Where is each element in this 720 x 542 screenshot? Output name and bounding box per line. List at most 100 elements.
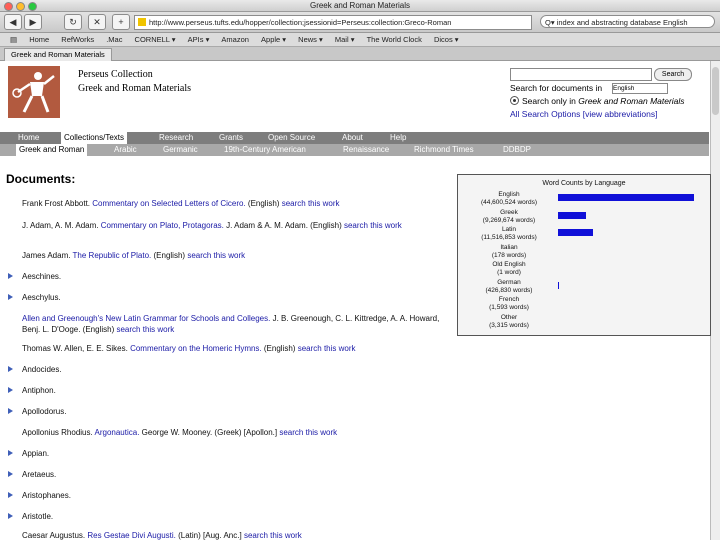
nav-grants[interactable]: Grants: [219, 132, 243, 144]
doc-author: Aretaeus.: [22, 470, 57, 479]
search-this-work-link[interactable]: search this work: [279, 428, 337, 437]
doc-title-link[interactable]: Commentary on the Homeric Hymns.: [130, 344, 262, 353]
list-item[interactable]: Aretaeus.: [8, 470, 447, 481]
nav-about[interactable]: About: [342, 132, 363, 144]
list-item: Thomas W. Allen, E. E. Sikes. Commentary…: [22, 344, 447, 355]
expand-triangle-icon[interactable]: [8, 492, 13, 498]
site-search-button[interactable]: Search: [654, 68, 692, 81]
bookmark-world-clock[interactable]: The World Clock: [367, 35, 422, 44]
expand-triangle-icon[interactable]: [8, 408, 13, 414]
search-this-work-link[interactable]: search this work: [344, 221, 402, 230]
doc-title-link[interactable]: Allen and Greenough's New Latin Grammar …: [22, 314, 270, 323]
list-item[interactable]: Antiphon.: [8, 386, 447, 397]
nav-open-source[interactable]: Open Source: [268, 132, 315, 144]
search-this-work-link[interactable]: search this work: [298, 344, 356, 353]
window-titlebar: Greek and Roman Materials: [0, 0, 720, 12]
secondary-nav: Greek and Roman Arabic Germanic 19th-Cen…: [0, 144, 709, 156]
bookmark-amazon[interactable]: Amazon: [221, 35, 249, 44]
expand-triangle-icon[interactable]: [8, 294, 13, 300]
expand-triangle-icon[interactable]: [8, 513, 13, 519]
bookmark-news[interactable]: News ▾: [298, 35, 323, 44]
list-item[interactable]: Appian.: [8, 449, 447, 460]
nav-help[interactable]: Help: [390, 132, 406, 144]
nav-research[interactable]: Research: [159, 132, 193, 144]
list-item: Apollonius Rhodius. Argonautica. George …: [22, 428, 447, 439]
doc-title-link[interactable]: The Republic of Plato.: [73, 251, 152, 260]
stop-button[interactable]: ✕: [88, 14, 106, 30]
list-item[interactable]: Apollodorus.: [8, 407, 447, 418]
bookmarks-icon[interactable]: ▤: [10, 35, 17, 44]
search-this-work-link[interactable]: search this work: [116, 325, 174, 334]
close-window-button[interactable]: [4, 2, 13, 11]
chart-count-label: (1,593 words): [489, 304, 529, 311]
search-only-option[interactable]: Search only in Greek and Roman Materials: [510, 96, 685, 106]
doc-language: George W. Mooney. (Greek) [Apollon.]: [141, 428, 278, 437]
nav-ddbdp[interactable]: DDBDP: [503, 144, 531, 156]
nav-germanic[interactable]: Germanic: [163, 144, 198, 156]
back-button[interactable]: ◀: [4, 14, 22, 30]
zoom-window-button[interactable]: [28, 2, 37, 11]
browser-search-field[interactable]: Q▾ index and abstracting database Englis…: [540, 15, 715, 28]
doc-author: Aeschylus.: [22, 293, 61, 302]
expand-triangle-icon[interactable]: [8, 450, 13, 456]
doc-title-link[interactable]: Commentary on Selected Letters of Cicero…: [92, 199, 245, 208]
address-bar[interactable]: http://www.perseus.tufts.edu/hopper/coll…: [134, 15, 532, 30]
window-title: Greek and Roman Materials: [309, 1, 411, 10]
bookmark-cornell[interactable]: CORNELL ▾: [135, 35, 176, 44]
doc-title-link[interactable]: Res Gestae Divi Augusti.: [87, 531, 175, 540]
site-search-input[interactable]: [510, 68, 652, 81]
doc-title-link[interactable]: Argonautica.: [95, 428, 140, 437]
chart-category-label: Other: [500, 313, 518, 321]
tab-greek-roman[interactable]: Greek and Roman Materials: [4, 48, 112, 61]
search-this-work-link[interactable]: search this work: [187, 251, 245, 260]
doc-language: J. Adam & A. M. Adam. (English): [226, 221, 342, 230]
bookmark-home[interactable]: Home: [29, 35, 49, 44]
nav-renaissance[interactable]: Renaissance: [343, 144, 389, 156]
expand-triangle-icon[interactable]: [8, 273, 13, 279]
doc-title-link[interactable]: Commentary on Plato, Protagoras.: [101, 221, 224, 230]
nav-home[interactable]: Home: [18, 132, 39, 144]
nav-19th-century-american[interactable]: 19th-Century American: [224, 144, 306, 156]
bookmark-mac[interactable]: .Mac: [106, 35, 122, 44]
nav-collections-texts[interactable]: Collections/Texts: [61, 132, 128, 144]
nav-arabic[interactable]: Arabic: [114, 144, 137, 156]
reload-button[interactable]: ↻: [64, 14, 82, 30]
nav-greek-roman[interactable]: Greek and Roman: [16, 144, 88, 156]
language-select[interactable]: English: [612, 83, 668, 94]
list-item[interactable]: Andocides.: [8, 365, 447, 376]
search-this-work-link[interactable]: search this work: [282, 199, 340, 208]
doc-language: (English): [247, 199, 280, 208]
search-links: All Search Options [view abbreviations]: [510, 109, 657, 119]
list-item[interactable]: Aristophanes.: [8, 491, 447, 502]
search-only-prefix: Search only in: [522, 96, 576, 106]
bookmark-dicos[interactable]: Dicos ▾: [434, 35, 459, 44]
bookmark-refworks[interactable]: RefWorks: [61, 35, 94, 44]
search-this-work-link[interactable]: search this work: [244, 531, 302, 540]
expand-triangle-icon[interactable]: [8, 366, 13, 372]
chart-label-old-english: Old English (1 word): [464, 261, 554, 277]
list-item[interactable]: Aristotle.: [8, 512, 447, 523]
view-abbreviations-link[interactable]: [view abbreviations]: [583, 109, 658, 119]
expand-triangle-icon[interactable]: [8, 387, 13, 393]
scrollbar-thumb[interactable]: [712, 67, 719, 115]
list-item[interactable]: Aeschylus.: [8, 293, 447, 304]
nav-richmond-times[interactable]: Richmond Times: [414, 144, 474, 156]
chart-count-label: (11,516,853 words): [481, 234, 537, 241]
bookmark-apple[interactable]: Apple ▾: [261, 35, 286, 44]
add-bookmark-button[interactable]: +: [112, 14, 130, 30]
bookmark-mail[interactable]: Mail ▾: [335, 35, 355, 44]
expand-triangle-icon[interactable]: [8, 471, 13, 477]
page-scrollbar[interactable]: [710, 61, 720, 540]
list-item[interactable]: Aeschines.: [8, 272, 447, 283]
all-search-options-link[interactable]: All Search Options: [510, 109, 580, 119]
chart-count-label: (9,269,674 words): [482, 216, 536, 224]
site-name[interactable]: Perseus Collection: [78, 68, 191, 82]
bookmark-apis[interactable]: APIs ▾: [188, 35, 210, 44]
minimize-window-button[interactable]: [16, 2, 25, 11]
chart-count-label: (178 words): [491, 251, 527, 259]
perseus-logo[interactable]: [8, 66, 60, 118]
search-only-radio[interactable]: [510, 96, 519, 105]
perseus-figure-icon: [12, 72, 55, 113]
forward-button[interactable]: ▶: [24, 14, 42, 30]
site-title: Perseus Collection Greek and Roman Mater…: [78, 68, 191, 96]
